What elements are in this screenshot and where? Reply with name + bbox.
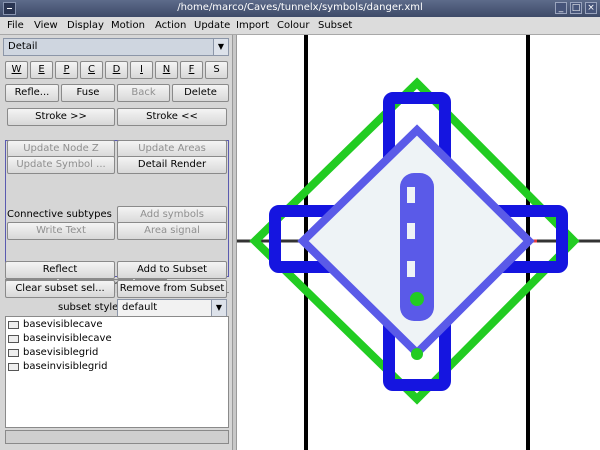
menu-action[interactable]: Action [155,20,186,31]
letter-button-p[interactable]: P [55,61,78,79]
folder-icon [8,335,19,343]
connective-subtypes-label: Connective subtypes [7,209,112,220]
subset-reflect-button[interactable]: Reflect [5,261,115,279]
clear-subset-selection-button[interactable]: Clear subset sel... [5,280,115,298]
stroke-forward-button[interactable]: Stroke >> [7,108,115,126]
menu-view[interactable]: View [34,20,58,31]
exclamation-notch [407,261,415,277]
menu-colour[interactable]: Colour [277,20,309,31]
maximize-button[interactable]: □ [570,2,582,14]
write-text-button[interactable]: Write Text [7,222,115,240]
left-panel: Detail ▼ W E P C D I N F S Refle... Fuse… [0,35,232,450]
symbol-drawing [237,35,600,450]
view-mode-value: Detail [8,41,38,52]
letter-button-w[interactable]: W [5,61,28,79]
folder-icon [8,363,19,371]
subset-style-select[interactable]: default ▼ [117,299,227,317]
stroke-backward-button[interactable]: Stroke << [117,108,227,126]
letter-button-d[interactable]: D [105,61,128,79]
menu-bar: File View Display Motion Action Update I… [0,17,600,35]
drawing-canvas[interactable] [237,35,600,450]
view-mode-select[interactable]: Detail ▼ [3,38,229,56]
chevron-down-icon[interactable]: ▼ [211,300,226,316]
update-symbol-button[interactable]: Update Symbol ... [7,156,115,174]
letter-button-i[interactable]: I [130,61,153,79]
letter-button-e[interactable]: E [30,61,53,79]
title-bar: /home/marco/Caves/tunnelx/symbols/danger… [0,0,600,17]
window-title: /home/marco/Caves/tunnelx/symbols/danger… [177,2,423,13]
letter-button-s[interactable]: S [205,61,228,79]
remove-from-subset-button[interactable]: Remove from Subset [117,280,227,298]
letter-button-c[interactable]: C [80,61,103,79]
subset-list: basevisiblecave baseinvisiblecave basevi… [5,316,229,428]
delete-button[interactable]: Delete [172,84,229,102]
menu-update[interactable]: Update [194,20,230,31]
area-signal-button[interactable]: Area signal [117,222,227,240]
exclamation-notch [407,223,415,239]
back-button[interactable]: Back [117,84,170,102]
letter-button-n[interactable]: N [155,61,178,79]
folder-icon [8,349,19,357]
reflect-button[interactable]: Refle... [5,84,59,102]
menu-import[interactable]: Import [236,20,269,31]
menu-motion[interactable]: Motion [111,20,145,31]
list-scrollbar[interactable] [5,430,229,444]
exclamation-notch [407,187,415,203]
letter-button-f[interactable]: F [180,61,203,79]
anchor-dot [411,348,423,360]
menu-subset[interactable]: Subset [318,20,352,31]
close-button[interactable]: × [585,2,597,14]
minimize-button[interactable]: _ [555,2,567,14]
add-to-subset-button[interactable]: Add to Subset [117,261,227,279]
subset-style-value: default [122,302,158,313]
menu-file[interactable]: File [7,20,24,31]
menu-display[interactable]: Display [67,20,104,31]
exclamation-dot [410,292,424,306]
fuse-button[interactable]: Fuse [61,84,115,102]
folder-icon [8,321,19,329]
chevron-down-icon[interactable]: ▼ [213,39,228,55]
subset-style-label: subset style: [58,302,122,313]
detail-render-button[interactable]: Detail Render [117,156,227,174]
